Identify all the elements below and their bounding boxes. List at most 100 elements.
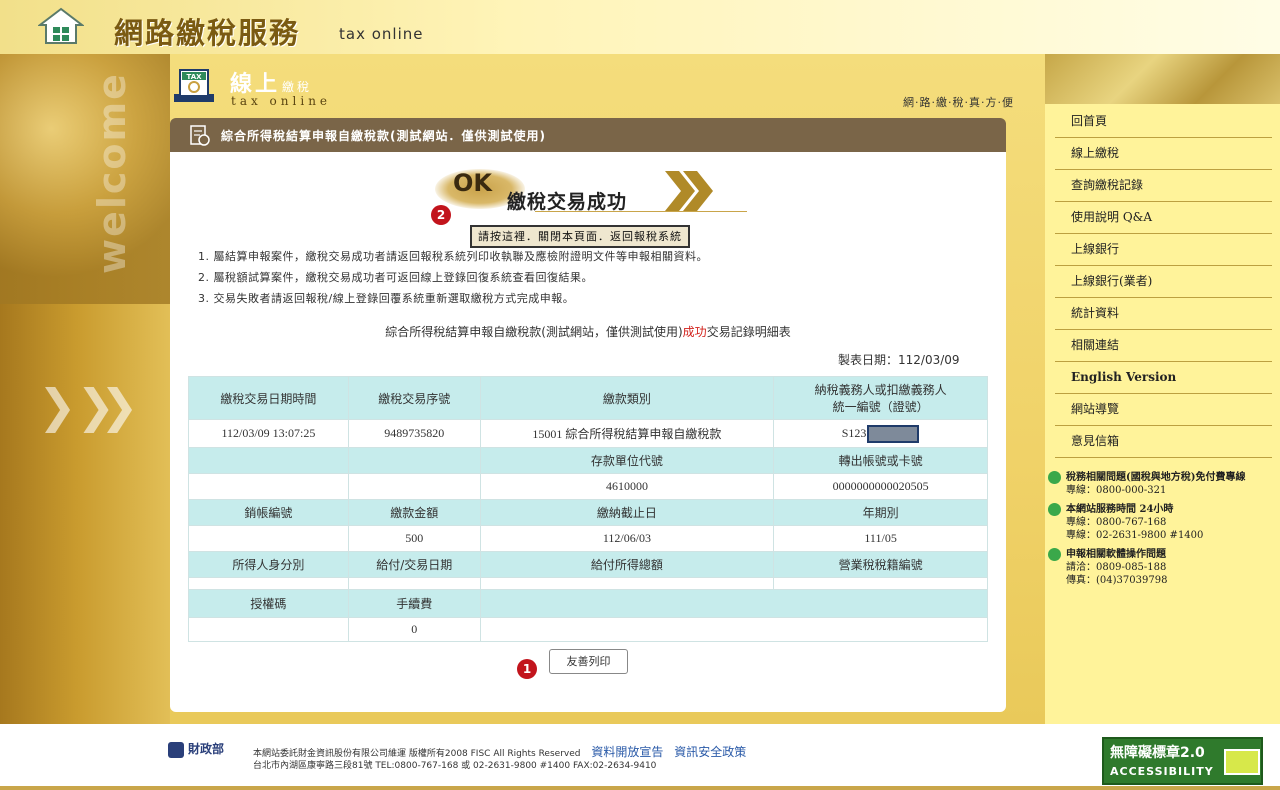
table-cell: S123 <box>773 419 988 448</box>
menu-item-online-tax[interactable]: 線上繳稅 <box>1055 138 1272 170</box>
contact-info: 稅務相關問題(國稅與地方稅)免付費專線 專線：0800-000-321 本網站服… <box>1048 471 1278 593</box>
accessibility-grid-icon <box>1224 749 1260 775</box>
footer-strip <box>0 786 1280 790</box>
title-bar: 綜合所得稅結算申報自繳稅款(測試網站．僅供測試使用) <box>170 118 1006 152</box>
table-header: 年期別 <box>773 499 988 526</box>
mof-seal-icon <box>168 741 184 758</box>
section-subtitle: tax online <box>231 94 332 108</box>
slogan: 網·路·繳·稅·真·方·便 <box>903 96 1014 109</box>
table-header: 營業稅稅籍編號 <box>773 551 988 578</box>
table-cell: 112/06/03 <box>479 525 775 552</box>
divider <box>535 211 747 212</box>
table-row: 112/03/09 13:07:25 9489735820 15001 綜合所得… <box>188 419 988 448</box>
table-header: 繳納截止日 <box>479 499 775 526</box>
table-row <box>188 577 988 590</box>
print-button[interactable]: 友善列印 <box>549 649 628 674</box>
menu-item-feedback[interactable]: 意見信箱 <box>1055 426 1272 458</box>
menu-item-home[interactable]: 回首頁 <box>1055 106 1272 138</box>
table-cell: 112/03/09 13:07:25 <box>188 419 349 448</box>
chevron-right-icon: ❯ <box>100 379 139 433</box>
table-cell <box>188 473 349 500</box>
table-header: 繳稅交易序號 <box>347 376 481 420</box>
sidebar-banner-image <box>1045 54 1280 104</box>
menu-item-links[interactable]: 相關連結 <box>1055 330 1272 362</box>
transaction-table: 繳稅交易日期時間 繳稅交易序號 繳款類別 納稅義務人或扣繳義務人 統一編號（證號）… <box>188 376 989 642</box>
accessibility-badge[interactable]: 無障礙標章2.0 ACCESSIBILITY <box>1102 737 1263 785</box>
coins-image <box>0 54 170 304</box>
svg-text:TAX: TAX <box>186 73 202 81</box>
table-header-row: 繳稅交易日期時間 繳稅交易序號 繳款類別 納稅義務人或扣繳義務人 統一編號（證號） <box>188 376 988 420</box>
site-title: 網路繳稅服務 <box>114 16 301 50</box>
step-badge-1: 1 <box>517 659 537 679</box>
main-panel: OK 繳稅交易成功 請按這裡．關閉本頁面．返回報稅系統 2 1. 屬結算申報案件… <box>170 152 1006 712</box>
table-cell: 0 <box>347 617 481 642</box>
table-header: 所得人身分別 <box>188 551 349 578</box>
notes-list: 1. 屬結算申報案件，繳稅交易成功者請返回報稅系統列印收執聯及應檢附證明文件等申… <box>198 246 708 309</box>
table-cell <box>188 525 349 552</box>
table-header: 給付所得總額 <box>479 551 775 578</box>
home-icon[interactable] <box>38 7 84 45</box>
footer: 財政部 本網站委託財金資訊股份有限公司維運 版權所有2008 FISC All … <box>0 724 1280 790</box>
table-header <box>188 447 349 474</box>
menu-item-banks-business[interactable]: 上線銀行(業者) <box>1055 266 1272 298</box>
table-header: 轉出帳號或卡號 <box>773 447 988 474</box>
table-header: 授權碼 <box>188 589 349 618</box>
table-cell <box>188 617 349 642</box>
table-cell <box>188 577 349 590</box>
table-cell: 500 <box>347 525 481 552</box>
menu-item-english[interactable]: English Version <box>1055 362 1272 394</box>
footer-address: 台北市內湖區康寧路三段81號 TEL:0800-767-168 或 02-263… <box>253 761 657 771</box>
phone-icon <box>1048 503 1061 516</box>
menu-item-banks[interactable]: 上線銀行 <box>1055 234 1272 266</box>
step-badge-2: 2 <box>431 205 451 225</box>
top-header: 網路繳稅服務 tax online <box>0 0 1280 54</box>
table-header <box>347 447 481 474</box>
table-header: 手續費 <box>347 589 481 618</box>
table-header: 給付/交易日期 <box>347 551 481 578</box>
redacted-id <box>867 424 920 443</box>
tax-icon: TAX <box>174 69 214 102</box>
table-cell <box>773 577 988 590</box>
table-cell: 4610000 <box>479 473 775 500</box>
note-item: 2. 屬稅額試算案件，繳稅交易成功者可返回線上登錄回復系統查看回復結果。 <box>198 271 593 284</box>
contact-group: 稅務相關問題(國稅與地方稅)免付費專線 專線：0800-000-321 <box>1048 471 1278 497</box>
table-header: 繳款金額 <box>347 499 481 526</box>
open-data-link[interactable]: 資料開放宣告 <box>591 745 663 759</box>
double-arrow-icon <box>665 171 713 211</box>
table-header: 繳款類別 <box>479 376 775 420</box>
menu-item-statistics[interactable]: 統計資料 <box>1055 298 1272 330</box>
table-row: 4610000 0000000000020505 <box>188 473 988 500</box>
report-date: 製表日期：112/03/09 <box>838 353 960 367</box>
table-cell: 0000000000020505 <box>773 473 988 500</box>
table-header: 繳稅交易日期時間 <box>188 376 349 420</box>
table-cell <box>479 617 989 642</box>
contact-group: 申報相關軟體操作問題 請洽：0809-085-188 傳真：(04)370397… <box>1048 548 1278 587</box>
contact-group: 本網站服務時間 24小時 專線：0800-767-168 專線：02-2631-… <box>1048 503 1278 542</box>
table-cell <box>479 577 775 590</box>
table-header-row: 所得人身分別 給付/交易日期 給付所得總額 營業稅稅籍編號 <box>188 551 988 578</box>
close-return-button[interactable]: 請按這裡．關閉本頁面．返回報稅系統 <box>470 225 690 248</box>
phone-icon <box>1048 471 1061 484</box>
phone-icon <box>1048 548 1061 561</box>
table-row: 0 <box>188 617 989 642</box>
table-cell: 9489735820 <box>347 419 481 448</box>
document-icon <box>190 125 210 146</box>
table-cell <box>347 577 481 590</box>
security-policy-link[interactable]: 資訊安全政策 <box>674 745 746 759</box>
table-cell: 111/05 <box>773 525 988 552</box>
success-message: 繳稅交易成功 <box>507 191 628 213</box>
report-title: 綜合所得稅結算申報自繳稅款(測試網站，僅供測試使用)成功交易記錄明細表 <box>385 325 791 339</box>
menu-item-query-records[interactable]: 查詢繳稅記錄 <box>1055 170 1272 202</box>
table-header: 存款單位代號 <box>479 447 775 474</box>
bar-title: 綜合所得稅結算申報自繳稅款(測試網站．僅供測試使用) <box>221 129 546 143</box>
table-cell <box>347 473 481 500</box>
menu-item-sitemap[interactable]: 網站導覽 <box>1055 394 1272 426</box>
table-cell: 15001 綜合所得稅結算申報自繳稅款 <box>479 419 775 448</box>
mof-logo[interactable]: 財政部 <box>168 740 224 758</box>
site-subtitle: tax online <box>339 25 424 43</box>
success-banner: OK 繳稅交易成功 <box>435 169 747 219</box>
note-item: 1. 屬結算申報案件，繳稅交易成功者請返回報稅系統列印收執聯及應檢附證明文件等申… <box>198 250 708 263</box>
table-header-row: 授權碼 手續費 <box>188 589 989 618</box>
table-header-row: 銷帳編號 繳款金額 繳納截止日 年期別 <box>188 499 988 526</box>
menu-item-qa[interactable]: 使用說明 Q&A <box>1055 202 1272 234</box>
